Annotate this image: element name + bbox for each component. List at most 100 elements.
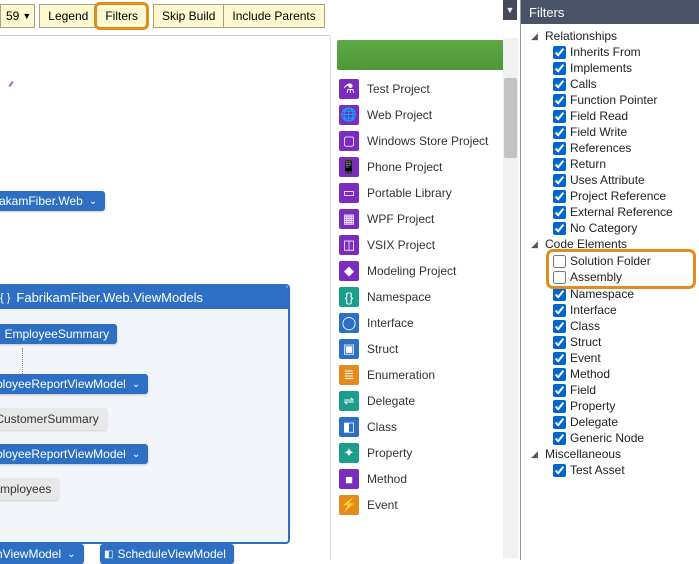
enum-icon: ≣: [339, 365, 359, 385]
filter-checkbox[interactable]: [553, 126, 566, 139]
filter-checkbox[interactable]: [553, 464, 566, 477]
node-report-vm-1[interactable]: mployeeReportViewModel⌄: [0, 374, 148, 394]
node-customer-summary[interactable]: tCustomerSummary: [0, 408, 107, 430]
filter-item[interactable]: Method: [523, 366, 697, 382]
legend-item[interactable]: 🌐 Web Project: [335, 102, 516, 128]
scroll-thumb[interactable]: [504, 78, 517, 158]
filter-checkbox[interactable]: [553, 304, 566, 317]
legend-item[interactable]: ◧Class: [335, 414, 516, 440]
filter-checkbox[interactable]: [553, 110, 566, 123]
filter-item[interactable]: Struct: [523, 334, 697, 350]
legend-item-label: Web Project: [367, 108, 432, 122]
filter-checkbox[interactable]: [553, 62, 566, 75]
filter-item[interactable]: Assembly: [549, 269, 693, 285]
filter-item[interactable]: Test Asset: [523, 462, 697, 478]
legend-item[interactable]: ▣Struct: [335, 336, 516, 362]
filters-button[interactable]: Filters: [96, 4, 147, 28]
filter-item[interactable]: Solution Folder: [549, 253, 693, 269]
filter-checkbox[interactable]: [553, 368, 566, 381]
filter-checkbox[interactable]: [553, 352, 566, 365]
filter-checkbox[interactable]: [553, 190, 566, 203]
filter-checkbox[interactable]: [553, 174, 566, 187]
filter-item[interactable]: Class: [523, 318, 697, 334]
filter-item[interactable]: Generic Node: [523, 430, 697, 446]
filter-item[interactable]: Uses Attribute: [523, 172, 697, 188]
legend-item[interactable]: ◆Modeling Project: [335, 258, 516, 284]
namespace-group[interactable]: { } FabrikamFiber.Web.ViewModels ◧ Emplo…: [0, 284, 290, 544]
category-miscellaneous[interactable]: ◢Miscellaneous: [523, 446, 697, 462]
legend-item[interactable]: ◫VSIX Project: [335, 232, 516, 258]
filter-item[interactable]: Interface: [523, 302, 697, 318]
category-relationships[interactable]: ◢Relationships: [523, 28, 697, 44]
filter-checkbox[interactable]: [553, 206, 566, 219]
filter-checkbox[interactable]: [553, 46, 566, 59]
scrollbar[interactable]: [503, 38, 518, 558]
legend-item[interactable]: ⇌Delegate: [335, 388, 516, 414]
legend-item[interactable]: ▦WPF Project: [335, 206, 516, 232]
legend-item-label: Windows Store Project: [367, 134, 488, 148]
filter-item[interactable]: References: [523, 140, 697, 156]
include-parents-button[interactable]: Include Parents: [223, 4, 324, 28]
legend-panel: ⚗Test Project 🌐 Web Project ▢Windows Store …: [330, 36, 520, 560]
legend-item[interactable]: ■Method: [335, 466, 516, 492]
wrench-icon: ✦: [339, 443, 359, 463]
legend-item[interactable]: ▭Portable Library: [335, 180, 516, 206]
legend-item[interactable]: ✦Property: [335, 440, 516, 466]
code-map-canvas[interactable]: akamFiber.Web⌄ { } FabrikamFiber.Web.Vie…: [0, 36, 330, 560]
filter-checkbox[interactable]: [553, 271, 566, 284]
filter-checkbox[interactable]: [553, 384, 566, 397]
filter-item[interactable]: Inherits From: [523, 44, 697, 60]
filter-item[interactable]: Namespace: [523, 286, 697, 302]
filter-checkbox[interactable]: [553, 400, 566, 413]
filter-checkbox[interactable]: [553, 142, 566, 155]
filter-label: Test Asset: [570, 463, 625, 477]
filter-item[interactable]: Function Pointer: [523, 92, 697, 108]
filter-item[interactable]: Event: [523, 350, 697, 366]
legend-item[interactable]: 📱Phone Project: [335, 154, 516, 180]
filter-item[interactable]: Field: [523, 382, 697, 398]
legend-item[interactable]: ≣Enumeration: [335, 362, 516, 388]
node-schedule-vm[interactable]: ◧ ScheduleViewModel: [100, 544, 234, 564]
filter-item[interactable]: Project Reference: [523, 188, 697, 204]
legend-item[interactable]: ▢Windows Store Project: [335, 128, 516, 154]
filter-label: No Category: [570, 221, 637, 235]
filter-checkbox[interactable]: [553, 416, 566, 429]
filter-checkbox[interactable]: [553, 432, 566, 445]
filter-item[interactable]: Calls: [523, 76, 697, 92]
collapsed-tool-dropdown[interactable]: ▼: [503, 0, 517, 20]
filter-item[interactable]: External Reference: [523, 204, 697, 220]
category-code-elements[interactable]: ◢Code Elements: [523, 236, 697, 252]
filter-checkbox[interactable]: [553, 94, 566, 107]
legend-item[interactable]: ◯Interface: [335, 310, 516, 336]
filter-checkbox[interactable]: [553, 288, 566, 301]
node-bottom-vm[interactable]: nViewModel⌄: [0, 544, 84, 564]
filter-item[interactable]: No Category: [523, 220, 697, 236]
filter-item[interactable]: Implements: [523, 60, 697, 76]
filter-checkbox[interactable]: [553, 222, 566, 235]
legend-item[interactable]: ⚡Event: [335, 492, 516, 518]
node-report-vm-2[interactable]: mployeeReportViewModel⌄: [0, 444, 148, 464]
legend-button[interactable]: Legend: [39, 4, 97, 28]
filter-item[interactable]: Property: [523, 398, 697, 414]
flask-icon: ⚗: [339, 79, 359, 99]
filter-checkbox[interactable]: [553, 158, 566, 171]
node-assembly[interactable]: akamFiber.Web⌄: [0, 191, 105, 211]
filter-checkbox[interactable]: [553, 78, 566, 91]
filter-checkbox[interactable]: [553, 320, 566, 333]
node-employees[interactable]: Employees: [0, 478, 59, 500]
skip-build-button[interactable]: Skip Build: [153, 4, 224, 28]
filter-checkbox[interactable]: [553, 336, 566, 349]
legend-color-bar[interactable]: [337, 40, 514, 70]
legend-item[interactable]: {}Namespace: [335, 284, 516, 310]
filter-item[interactable]: Delegate: [523, 414, 697, 430]
filter-item[interactable]: Return: [523, 156, 697, 172]
filters-tree: ◢Relationships Inherits FromImplementsCa…: [521, 24, 699, 482]
globe-icon: 🌐: [339, 105, 359, 125]
filter-item[interactable]: Field Write: [523, 124, 697, 140]
filter-item[interactable]: Field Read: [523, 108, 697, 124]
legend-item[interactable]: ⚗Test Project: [335, 76, 516, 102]
node-employee-summary[interactable]: ◧ EmployeeSummary: [0, 324, 117, 344]
filter-checkbox[interactable]: [553, 255, 566, 268]
zoom-dropdown[interactable]: 59 ▼: [0, 4, 35, 28]
group-header[interactable]: { } FabrikamFiber.Web.ViewModels: [0, 286, 288, 309]
